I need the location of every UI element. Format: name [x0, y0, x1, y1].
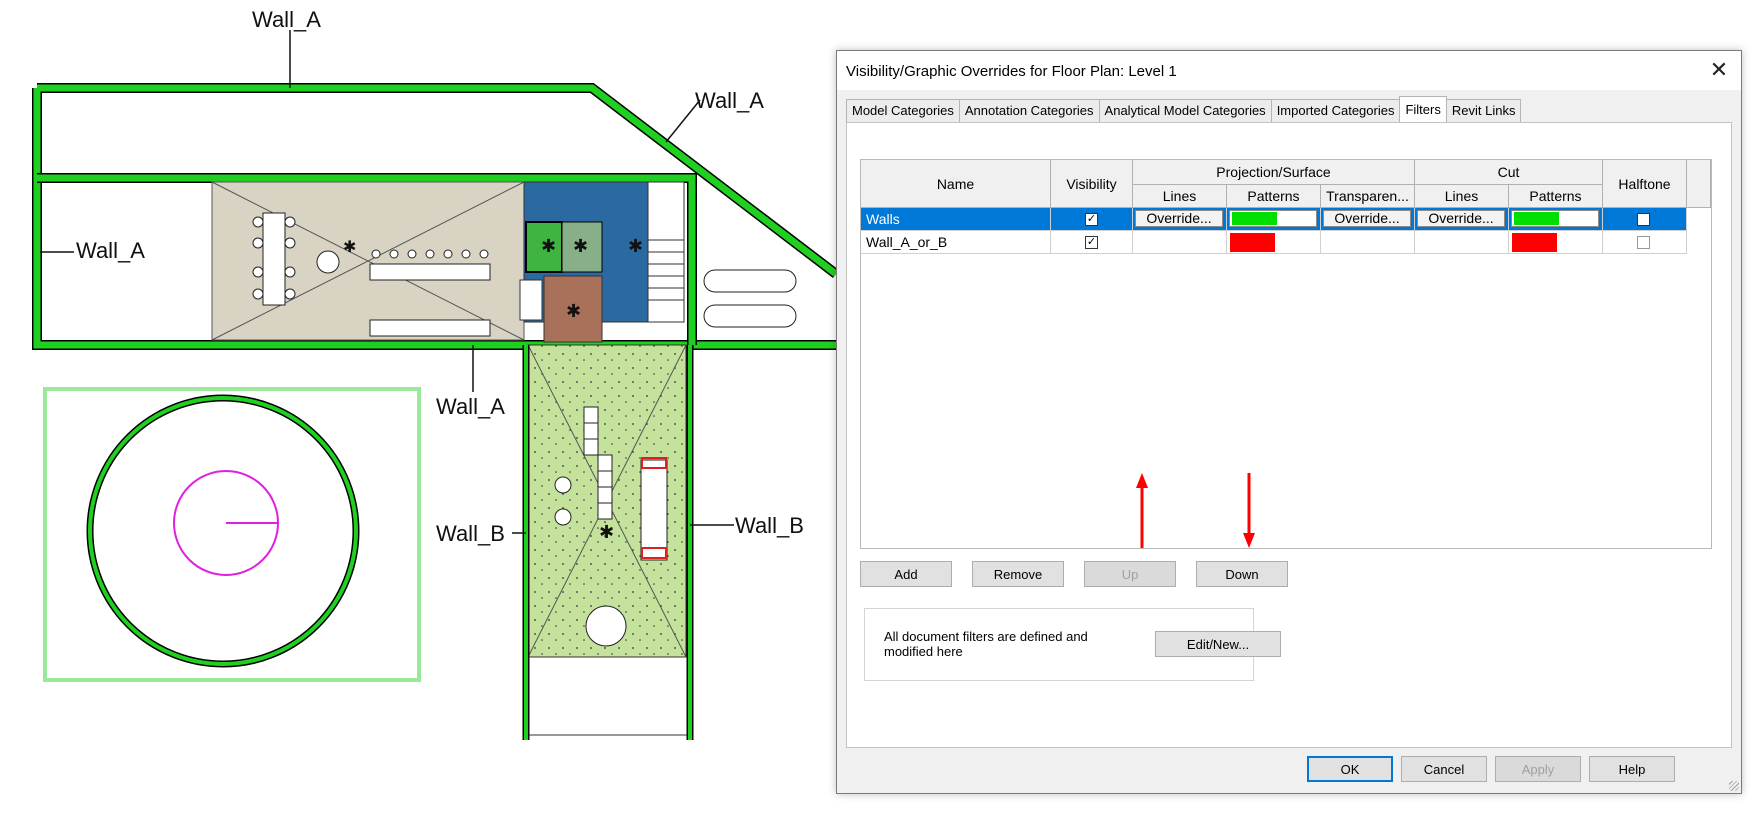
wall-label: Wall_A — [252, 7, 321, 32]
help-button[interactable]: Help — [1589, 756, 1675, 782]
apply-button[interactable]: Apply — [1495, 756, 1581, 782]
svg-text:✱: ✱ — [541, 236, 556, 256]
cancel-button[interactable]: Cancel — [1401, 756, 1487, 782]
svg-text:✱: ✱ — [566, 301, 581, 321]
up-button[interactable]: Up — [1084, 561, 1176, 587]
wall-label: Wall_A — [436, 394, 505, 419]
wall-label: Wall_A — [695, 88, 764, 113]
edit-new-button[interactable]: Edit/New... — [1155, 631, 1281, 657]
remove-button[interactable]: Remove — [972, 561, 1064, 587]
arrow-up-head — [1136, 473, 1148, 488]
add-button[interactable]: Add — [860, 561, 952, 587]
resize-grip[interactable] — [1729, 781, 1739, 791]
wall-label: Wall_B — [735, 513, 804, 538]
info-text: All document filters are defined and mod… — [884, 629, 1088, 659]
wall-label: Wall_B — [436, 521, 505, 546]
down-button[interactable]: Down — [1196, 561, 1288, 587]
svg-text:✱: ✱ — [573, 236, 588, 256]
red-annotation-arrows — [1136, 473, 1255, 548]
svg-text:✱: ✱ — [599, 522, 614, 542]
round-structure-frame — [43, 387, 421, 682]
filters-info-box: All document filters are defined and mod… — [864, 608, 1281, 681]
svg-text:✱: ✱ — [343, 239, 356, 256]
svg-text:✱: ✱ — [628, 236, 643, 256]
tab-filters[interactable]: Filters — [1399, 96, 1447, 122]
floor-plan-drawing: ✱ ✱ ✱ ✱ ✱ ✱ Wall_A Wall_A Wall_A Wall_A … — [32, 7, 836, 740]
visibility-graphic-overrides-dialog: Visibility/Graphic Overrides for Floor P… — [836, 50, 1742, 794]
wall-label: Wall_A — [76, 238, 145, 263]
arrow-down-head — [1243, 533, 1255, 548]
ok-button[interactable]: OK — [1307, 756, 1393, 782]
